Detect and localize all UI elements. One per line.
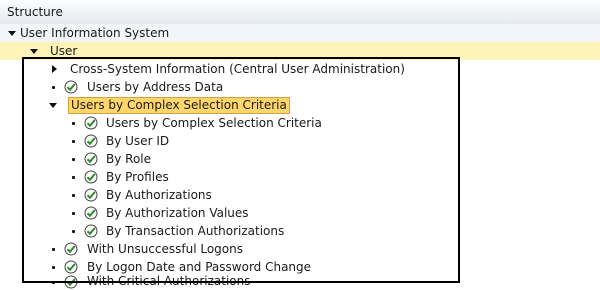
tree-node-user-information-system[interactable]: User Information System [0, 24, 600, 43]
expand-triangle-icon[interactable] [30, 49, 38, 54]
structure-title: Structure [7, 5, 63, 19]
expand-triangle-icon[interactable] [8, 31, 16, 36]
node-label: User Information System [20, 26, 170, 40]
structure-header: Structure [0, 0, 600, 25]
highlight-frame [22, 57, 460, 283]
